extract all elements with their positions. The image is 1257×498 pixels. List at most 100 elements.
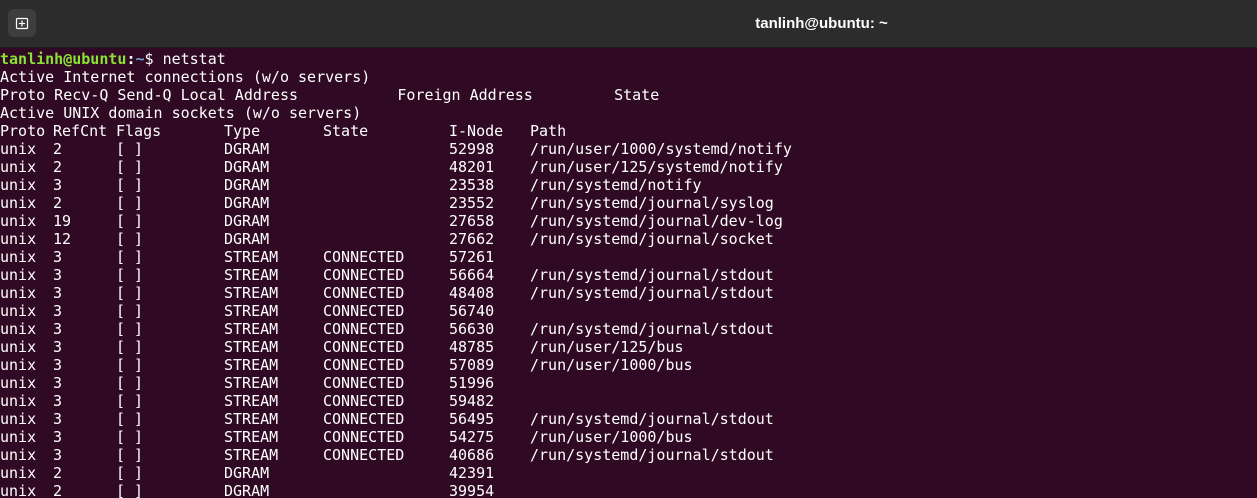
cell-type: STREAM xyxy=(224,338,279,356)
col-state: State xyxy=(323,122,369,140)
unix-heading-text: Active UNIX domain sockets (w/o servers) xyxy=(0,104,362,122)
cell-refcnt: 3 xyxy=(53,428,63,446)
cell-flags: [ ] xyxy=(116,428,144,446)
socket-row: unix 3 [ ] STREAM CONNECTED 56495/run/systemd… xyxy=(0,410,1257,428)
cell-proto: unix xyxy=(0,338,37,356)
cell-inode: 48785 xyxy=(449,338,495,356)
cell-type: STREAM xyxy=(224,428,279,446)
cell-proto: unix xyxy=(0,284,37,302)
window-title: tanlinh@ubuntu: ~ xyxy=(755,15,888,32)
cell-proto: unix xyxy=(0,302,37,320)
cell-type: DGRAM xyxy=(224,212,270,230)
socket-row: unix 3 [ ] STREAM CONNECTED 56740 xyxy=(0,302,1257,320)
cell-flags: [ ] xyxy=(116,230,144,248)
socket-row: unix 3 [ ] STREAM CONNECTED 48785/run/user/12… xyxy=(0,338,1257,356)
prompt-user-host: tanlinh@ubuntu xyxy=(0,50,127,68)
col-refcnt: RefCnt xyxy=(53,122,108,140)
socket-row: unix 3 [ ] STREAM CONNECTED 59482 xyxy=(0,392,1257,410)
col-path: Path xyxy=(530,122,567,140)
cell-inode: 52998 xyxy=(449,140,495,158)
cell-path: /run/systemd/journal/stdout xyxy=(530,320,774,338)
cell-type: STREAM xyxy=(224,392,279,410)
cell-state: CONNECTED xyxy=(323,374,405,392)
cell-refcnt: 3 xyxy=(53,266,63,284)
cell-proto: unix xyxy=(0,428,37,446)
cell-proto: unix xyxy=(0,446,37,464)
cell-state: CONNECTED xyxy=(323,284,405,302)
unix-heading: Active UNIX domain sockets (w/o servers) xyxy=(0,104,1257,122)
socket-row: unix 2 [ ] DGRAM 39954 xyxy=(0,482,1257,498)
socket-rows: unix 2 [ ] DGRAM 52998/run/user/1000/systemd… xyxy=(0,140,1257,498)
cell-flags: [ ] xyxy=(116,320,144,338)
cell-type: STREAM xyxy=(224,284,279,302)
cell-refcnt: 3 xyxy=(53,248,63,266)
terminal-output[interactable]: tanlinh@ubuntu:~$ netstat Active Interne… xyxy=(0,50,1257,498)
cell-inode: 23538 xyxy=(449,176,495,194)
cell-type: DGRAM xyxy=(224,482,270,498)
cell-type: STREAM xyxy=(224,356,279,374)
cell-flags: [ ] xyxy=(116,212,144,230)
cell-inode: 27658 xyxy=(449,212,495,230)
cell-refcnt: 12 xyxy=(53,230,72,248)
cell-flags: [ ] xyxy=(116,482,144,498)
cell-type: STREAM xyxy=(224,266,279,284)
cell-path: /run/systemd/journal/stdout xyxy=(530,284,774,302)
cell-state: CONNECTED xyxy=(323,266,405,284)
cell-proto: unix xyxy=(0,158,37,176)
cell-refcnt: 2 xyxy=(53,482,63,498)
cell-flags: [ ] xyxy=(116,266,144,284)
cell-inode: 23552 xyxy=(449,194,495,212)
inet-heading: Active Internet connections (w/o servers… xyxy=(0,68,1257,86)
col-type: Type xyxy=(224,122,261,140)
cell-refcnt: 3 xyxy=(53,392,63,410)
socket-row: unix 2 [ ] DGRAM 23552/run/systemd/journal/s… xyxy=(0,194,1257,212)
cell-refcnt: 3 xyxy=(53,284,63,302)
cell-flags: [ ] xyxy=(116,338,144,356)
cell-state: CONNECTED xyxy=(323,338,405,356)
cell-inode: 48201 xyxy=(449,158,495,176)
cell-proto: unix xyxy=(0,410,37,428)
cell-path: /run/systemd/notify xyxy=(530,176,702,194)
cell-refcnt: 3 xyxy=(53,302,63,320)
cell-refcnt: 3 xyxy=(53,338,63,356)
cell-flags: [ ] xyxy=(116,140,144,158)
cell-refcnt: 2 xyxy=(53,140,63,158)
cell-refcnt: 3 xyxy=(53,446,63,464)
inet-heading-text: Active Internet connections (w/o servers… xyxy=(0,68,371,86)
cell-proto: unix xyxy=(0,212,37,230)
cell-type: STREAM xyxy=(224,410,279,428)
socket-row: unix 3 [ ] STREAM CONNECTED 54275/run/user/10… xyxy=(0,428,1257,446)
cell-state: CONNECTED xyxy=(323,248,405,266)
cell-path: /run/user/125/bus xyxy=(530,338,684,356)
cell-flags: [ ] xyxy=(116,446,144,464)
cell-state: CONNECTED xyxy=(323,446,405,464)
cell-inode: 57089 xyxy=(449,356,495,374)
cell-refcnt: 3 xyxy=(53,410,63,428)
cell-type: DGRAM xyxy=(224,158,270,176)
cell-type: DGRAM xyxy=(224,194,270,212)
cell-type: DGRAM xyxy=(224,464,270,482)
cell-proto: unix xyxy=(0,464,37,482)
cell-flags: [ ] xyxy=(116,284,144,302)
cell-proto: unix xyxy=(0,482,37,498)
cell-inode: 40686 xyxy=(449,446,495,464)
cell-inode: 56495 xyxy=(449,410,495,428)
col-inode: I-Node xyxy=(449,122,504,140)
cell-type: STREAM xyxy=(224,248,279,266)
command-text: netstat xyxy=(162,50,226,68)
cell-proto: unix xyxy=(0,266,37,284)
cell-proto: unix xyxy=(0,392,37,410)
cell-state: CONNECTED xyxy=(323,410,405,428)
cell-type: DGRAM xyxy=(224,176,270,194)
cell-refcnt: 2 xyxy=(53,158,63,176)
cell-refcnt: 3 xyxy=(53,320,63,338)
cell-flags: [ ] xyxy=(116,356,144,374)
inet-columns: Proto Recv-Q Send-Q Local Address Foreig… xyxy=(0,86,1257,104)
cell-state: CONNECTED xyxy=(323,320,405,338)
socket-row: unix 2 [ ] DGRAM 48201/run/user/125/systemd/… xyxy=(0,158,1257,176)
cell-refcnt: 2 xyxy=(53,464,63,482)
socket-row: unix 3 [ ] STREAM CONNECTED 56630/run/systemd… xyxy=(0,320,1257,338)
cell-refcnt: 2 xyxy=(53,194,63,212)
cell-flags: [ ] xyxy=(116,392,144,410)
cell-state: CONNECTED xyxy=(323,356,405,374)
